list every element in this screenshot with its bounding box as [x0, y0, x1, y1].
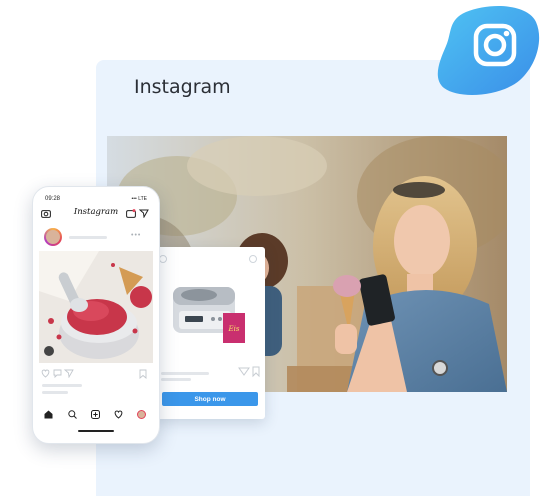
book-cover-title: Eis	[228, 325, 240, 333]
post-actions	[41, 369, 74, 378]
avatar[interactable]	[44, 228, 62, 246]
likes-placeholder	[42, 384, 82, 387]
home-icon[interactable]	[44, 410, 53, 419]
bookmark-icon	[252, 366, 260, 378]
shopping-post-card[interactable]: Eis Shop now	[155, 247, 265, 419]
profile-avatar-icon[interactable]	[137, 410, 146, 419]
product-illustration: Eis	[159, 255, 260, 381]
phone-mockup: 09:28 ••• LTE Instagram •••	[32, 186, 160, 444]
panel-title: Instagram	[134, 76, 231, 98]
instagram-icon	[437, 6, 540, 95]
add-post-icon[interactable]	[91, 410, 100, 419]
share-icon	[63, 369, 74, 378]
home-indicator	[78, 430, 114, 432]
igtv-icon[interactable]	[126, 209, 136, 218]
comment-icon	[53, 369, 62, 378]
caption-placeholder	[42, 391, 68, 394]
more-options-icon[interactable]: •••	[131, 232, 141, 239]
post-illustration	[39, 251, 153, 363]
status-time: 09:28	[45, 196, 61, 202]
username-placeholder	[69, 236, 107, 239]
bookmark-icon[interactable]	[139, 369, 147, 379]
direct-message-icon[interactable]	[139, 209, 149, 218]
direct-message-icon	[238, 367, 250, 376]
heart-icon	[41, 369, 50, 378]
status-signal: ••• LTE	[131, 196, 147, 202]
shop-now-button[interactable]: Shop now	[162, 392, 258, 406]
post-image[interactable]	[39, 251, 153, 363]
heart-icon[interactable]	[114, 410, 123, 419]
search-icon[interactable]	[68, 410, 77, 419]
